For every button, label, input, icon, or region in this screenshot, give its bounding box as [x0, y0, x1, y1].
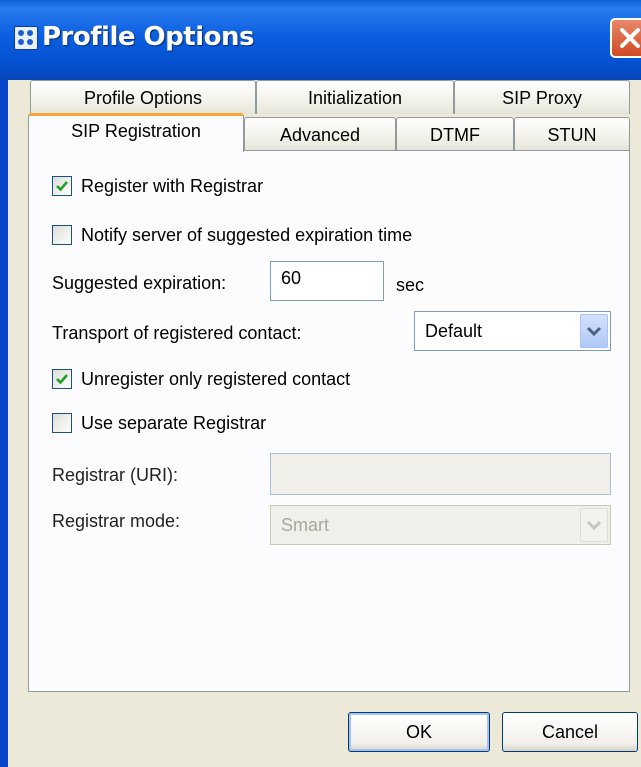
registrar-mode-dropdown-button[interactable] — [580, 508, 608, 542]
chevron-down-icon — [586, 520, 602, 531]
unregister-only-checkbox[interactable] — [52, 369, 72, 389]
register-with-registrar-checkbox[interactable] — [52, 176, 72, 196]
use-separate-registrar-label: Use separate Registrar — [81, 413, 267, 433]
registrar-mode-select[interactable]: Smart — [270, 505, 611, 545]
unregister-only-label: Unregister only registered contact — [81, 369, 351, 389]
checkmark-icon — [56, 374, 68, 385]
window-title: Profile Options — [42, 22, 254, 52]
tab-sip-registration[interactable]: SIP Registration — [28, 113, 244, 152]
registrar-uri-label: Registrar (URI): — [52, 465, 179, 485]
suggested-expiration-input[interactable]: 60 — [270, 261, 384, 301]
expiration-unit-label: sec — [396, 275, 425, 295]
registrar-mode-value: Smart — [281, 515, 330, 535]
close-button[interactable] — [610, 18, 641, 58]
window-frame — [0, 80, 8, 767]
registrar-uri-input[interactable] — [270, 453, 611, 495]
registrar-mode-label: Registrar mode: — [52, 511, 181, 531]
tab-advanced[interactable]: Advanced — [244, 117, 396, 151]
transport-select[interactable]: Default — [414, 311, 611, 351]
title-bar[interactable]: Profile Options — [0, 0, 641, 80]
tab-stun[interactable]: STUN — [514, 117, 630, 151]
transport-dropdown-button[interactable] — [580, 314, 608, 348]
tab-dtmf[interactable]: DTMF — [396, 117, 514, 151]
app-icon — [14, 26, 38, 50]
close-icon — [620, 28, 640, 48]
suggested-expiration-label: Suggested expiration: — [52, 273, 227, 293]
transport-label: Transport of registered contact: — [52, 323, 302, 343]
cancel-button[interactable]: Cancel — [502, 712, 638, 752]
tab-sip-proxy[interactable]: SIP Proxy — [454, 80, 630, 114]
notify-server-label: Notify server of suggested expiration ti… — [81, 225, 413, 245]
use-separate-registrar-checkbox[interactable] — [52, 413, 72, 433]
tab-initialization[interactable]: Initialization — [256, 80, 454, 114]
checkmark-icon — [56, 181, 68, 192]
transport-value: Default — [425, 321, 483, 341]
tab-profile-options[interactable]: Profile Options — [30, 80, 256, 114]
notify-server-checkbox[interactable] — [52, 225, 72, 245]
chevron-down-icon — [586, 326, 602, 337]
ok-button[interactable]: OK — [348, 712, 490, 752]
register-with-registrar-label: Register with Registrar — [81, 176, 264, 196]
